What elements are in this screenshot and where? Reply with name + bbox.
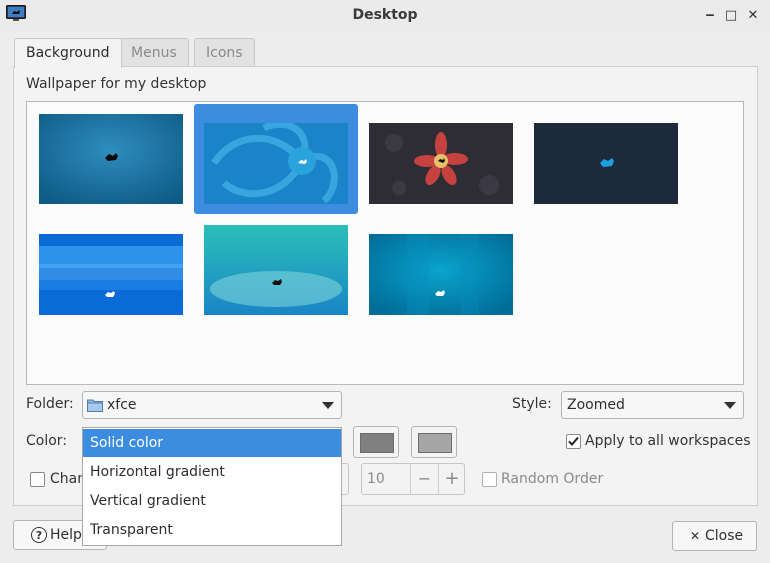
wallpaper-label: Wallpaper for my desktop	[26, 76, 207, 92]
tab-background[interactable]: Background	[14, 38, 122, 68]
wallpaper-thumbnail[interactable]	[39, 234, 183, 324]
chevron-down-icon	[322, 402, 334, 409]
chevron-down-icon	[724, 402, 736, 409]
style-label: Style:	[512, 396, 552, 412]
increment-button[interactable]: +	[439, 464, 465, 494]
color-option-vertical-gradient[interactable]: Vertical gradient	[83, 487, 341, 515]
wallpaper-thumbnail[interactable]	[534, 123, 678, 213]
folder-combobox[interactable]: xfce	[82, 391, 342, 419]
wallpaper-thumbnail[interactable]	[369, 123, 513, 213]
color-label: Color:	[26, 433, 68, 449]
folder-value: xfce	[107, 397, 137, 413]
color-option-transparent[interactable]: Transparent	[83, 516, 341, 544]
change-background-checkbox[interactable]	[30, 472, 45, 487]
folder-icon	[87, 398, 103, 416]
checkmark-icon	[568, 436, 579, 446]
wallpaper-thumbnail[interactable]	[369, 234, 513, 324]
interval-value: 10	[367, 471, 385, 487]
tab-menus[interactable]: Menus	[119, 38, 189, 66]
color-1-button[interactable]	[353, 426, 399, 458]
color-2-button[interactable]	[411, 426, 457, 458]
minimize-icon[interactable]: ‒	[700, 6, 720, 26]
color-1-swatch	[360, 433, 394, 453]
help-icon: ?	[31, 527, 47, 547]
style-combobox[interactable]: Zoomed	[561, 391, 744, 419]
random-order-label: Random Order	[501, 471, 604, 487]
wallpaper-thumbnail[interactable]	[204, 225, 348, 315]
interval-spinbox[interactable]: 10 − +	[361, 463, 465, 495]
random-order-checkbox[interactable]	[482, 472, 497, 487]
close-label: Close	[705, 528, 744, 544]
color-2-swatch	[418, 433, 452, 453]
maximize-icon[interactable]: □	[721, 6, 741, 26]
close-icon: ✕	[690, 529, 701, 543]
wallpaper-thumbnail-selected[interactable]	[204, 123, 348, 213]
wallpaper-thumbnail[interactable]	[39, 114, 183, 204]
svg-text:?: ?	[36, 529, 42, 542]
close-button[interactable]: ✕ Close	[672, 521, 757, 551]
color-option-solid[interactable]: Solid color	[83, 429, 341, 457]
decrement-button[interactable]: −	[411, 464, 438, 494]
folder-label: Folder:	[26, 396, 74, 412]
change-background-label: Chan	[50, 471, 87, 487]
help-label: Help	[50, 527, 82, 543]
apply-all-label: Apply to all workspaces	[585, 433, 751, 449]
color-option-horizontal-gradient[interactable]: Horizontal gradient	[83, 458, 341, 486]
close-window-icon[interactable]: ✕	[743, 6, 763, 26]
apply-all-checkbox[interactable]	[566, 434, 581, 449]
style-value: Zoomed	[567, 397, 625, 413]
window-title: Desktop	[352, 7, 418, 23]
color-mode-dropdown[interactable]: Solid color Horizontal gradient Vertical…	[82, 427, 342, 546]
tab-icons[interactable]: Icons	[194, 38, 255, 66]
